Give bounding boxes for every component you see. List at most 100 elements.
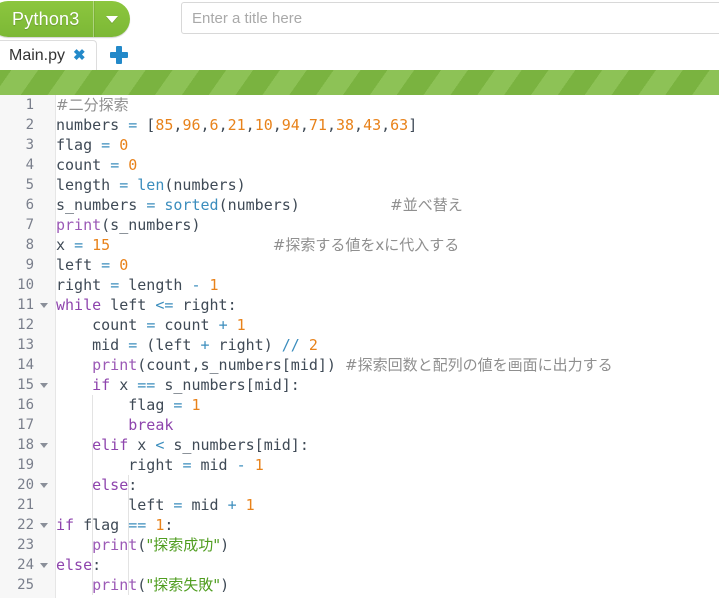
line-number: 23: [17, 537, 34, 553]
code-text: flag = 0: [56, 136, 129, 154]
line-number: 4: [25, 157, 34, 173]
line-number: 8: [25, 237, 34, 253]
line-number: 20: [17, 477, 34, 493]
line-number: 15: [17, 377, 34, 393]
plus-icon: [110, 46, 128, 64]
file-tab-bar: Main.py ✖: [0, 40, 719, 70]
line-number: 7: [25, 217, 34, 233]
chevron-down-glyph: [40, 382, 48, 388]
code-line[interactable]: 1 #二分探索: [0, 95, 719, 115]
code-line[interactable]: 20 else:: [0, 475, 719, 495]
code-text: else:: [92, 476, 138, 494]
line-number: 24: [17, 557, 34, 573]
code-text: numbers = [85,96,6,21,10,94,71,38,43,63]: [56, 116, 418, 134]
language-selector-button[interactable]: Python3: [0, 1, 131, 37]
accent-band: [0, 70, 719, 96]
line-number: 5: [25, 177, 34, 193]
fold-toggle-icon[interactable]: [38, 515, 50, 535]
ide-window: Python3 Main.py ✖ 1 #二分探索 2 numbers = [85,9…: [0, 0, 719, 598]
fold-toggle-icon[interactable]: [38, 475, 50, 495]
line-number: 25: [17, 577, 34, 593]
chevron-down-glyph: [40, 442, 48, 448]
code-line[interactable]: 22 if flag == 1:: [0, 515, 719, 535]
code-line[interactable]: 15 if x == s_numbers[mid]:: [0, 375, 719, 395]
line-number: 14: [17, 357, 34, 373]
language-selector-label: Python3: [12, 8, 80, 29]
code-text: else:: [56, 556, 102, 574]
code-text: break: [128, 416, 174, 434]
code-line[interactable]: 11 while left <= right:: [0, 295, 719, 315]
code-text: if flag == 1:: [56, 516, 174, 534]
fold-toggle-icon[interactable]: [38, 375, 50, 395]
line-number: 3: [25, 137, 34, 153]
fold-toggle-icon[interactable]: [38, 555, 50, 575]
line-number: 9: [25, 257, 34, 273]
file-tab-main-py[interactable]: Main.py ✖: [0, 40, 97, 70]
chevron-down-glyph: [40, 522, 48, 528]
code-line[interactable]: 17 break: [0, 415, 719, 435]
chevron-down-glyph: [106, 15, 119, 23]
code-text: while left <= right:: [56, 296, 237, 314]
line-number: 18: [17, 437, 34, 453]
code-text: elif x < s_numbers[mid]:: [92, 436, 309, 454]
code-text: s_numbers = sorted(numbers) #並べ替え: [56, 196, 463, 214]
code-text: x = 15 #探索する値をxに代入する: [56, 236, 460, 254]
code-line[interactable]: 19 right = mid - 1: [0, 455, 719, 475]
chevron-down-icon[interactable]: [93, 1, 130, 37]
line-number: 13: [17, 337, 34, 353]
code-editor[interactable]: 1 #二分探索 2 numbers = [85,96,6,21,10,94,71,38…: [0, 95, 719, 598]
chevron-down-glyph: [40, 302, 48, 308]
code-line[interactable]: 16 flag = 1: [0, 395, 719, 415]
code-line[interactable]: 3 flag = 0: [0, 135, 719, 155]
line-number: 12: [17, 317, 34, 333]
line-number: 11: [17, 297, 34, 313]
code-line[interactable]: 5 length = len(numbers): [0, 175, 719, 195]
code-text: left = 0: [56, 256, 129, 274]
code-line[interactable]: 6 s_numbers = sorted(numbers) #並べ替え: [0, 195, 719, 215]
code-text: right = mid - 1: [56, 456, 264, 474]
file-tab-label: Main.py: [9, 46, 66, 64]
fold-toggle-icon[interactable]: [38, 435, 50, 455]
code-line[interactable]: 24 else:: [0, 555, 719, 575]
code-line[interactable]: 13 mid = (left + right) // 2: [0, 335, 719, 355]
code-text: count = count + 1: [56, 316, 246, 334]
code-line[interactable]: 9 left = 0: [0, 255, 719, 275]
add-tab-button[interactable]: [106, 43, 132, 67]
code-text: count = 0: [56, 156, 138, 174]
code-text: right = length - 1: [56, 276, 219, 294]
line-number: 22: [17, 517, 34, 533]
line-number: 10: [17, 277, 34, 293]
code-line[interactable]: 23 print("探索成功"): [0, 535, 719, 555]
code-line[interactable]: 10 right = length - 1: [0, 275, 719, 295]
code-line[interactable]: 12 count = count + 1: [0, 315, 719, 335]
line-number: 17: [17, 417, 34, 433]
code-line[interactable]: 8 x = 15 #探索する値をxに代入する: [0, 235, 719, 255]
code-text: flag = 1: [56, 396, 201, 414]
code-lines[interactable]: 1 #二分探索 2 numbers = [85,96,6,21,10,94,71,38…: [0, 95, 719, 598]
code-text: left = mid + 1: [56, 496, 255, 514]
code-text: length = len(numbers): [56, 176, 246, 194]
code-text: print(count,s_numbers[mid]) #探索回数と配列の値を画…: [92, 356, 613, 374]
line-number: 6: [25, 197, 34, 213]
code-text: print("探索失敗"): [92, 576, 230, 594]
code-text: print(s_numbers): [56, 216, 201, 234]
code-line[interactable]: 21 left = mid + 1: [0, 495, 719, 515]
code-text: if x == s_numbers[mid]:: [92, 376, 300, 394]
code-line[interactable]: 14 print(count,s_numbers[mid]) #探索回数と配列の…: [0, 355, 719, 375]
line-number: 2: [25, 117, 34, 133]
code-line[interactable]: 4 count = 0: [0, 155, 719, 175]
code-text: #二分探索: [56, 96, 129, 114]
code-line[interactable]: 7 print(s_numbers): [0, 215, 719, 235]
code-line[interactable]: 18 elif x < s_numbers[mid]:: [0, 435, 719, 455]
code-text: print("探索成功"): [92, 536, 230, 554]
fold-toggle-icon[interactable]: [38, 295, 50, 315]
chevron-down-glyph: [40, 482, 48, 488]
title-input[interactable]: [181, 2, 719, 34]
code-line[interactable]: 25 print("探索失敗"): [0, 575, 719, 595]
code-text: mid = (left + right) // 2: [56, 336, 318, 354]
top-toolbar: Python3: [0, 0, 719, 40]
code-line[interactable]: 2 numbers = [85,96,6,21,10,94,71,38,43,63…: [0, 115, 719, 135]
line-number: 21: [17, 497, 34, 513]
chevron-down-glyph: [40, 562, 48, 568]
close-icon[interactable]: ✖: [73, 48, 86, 63]
